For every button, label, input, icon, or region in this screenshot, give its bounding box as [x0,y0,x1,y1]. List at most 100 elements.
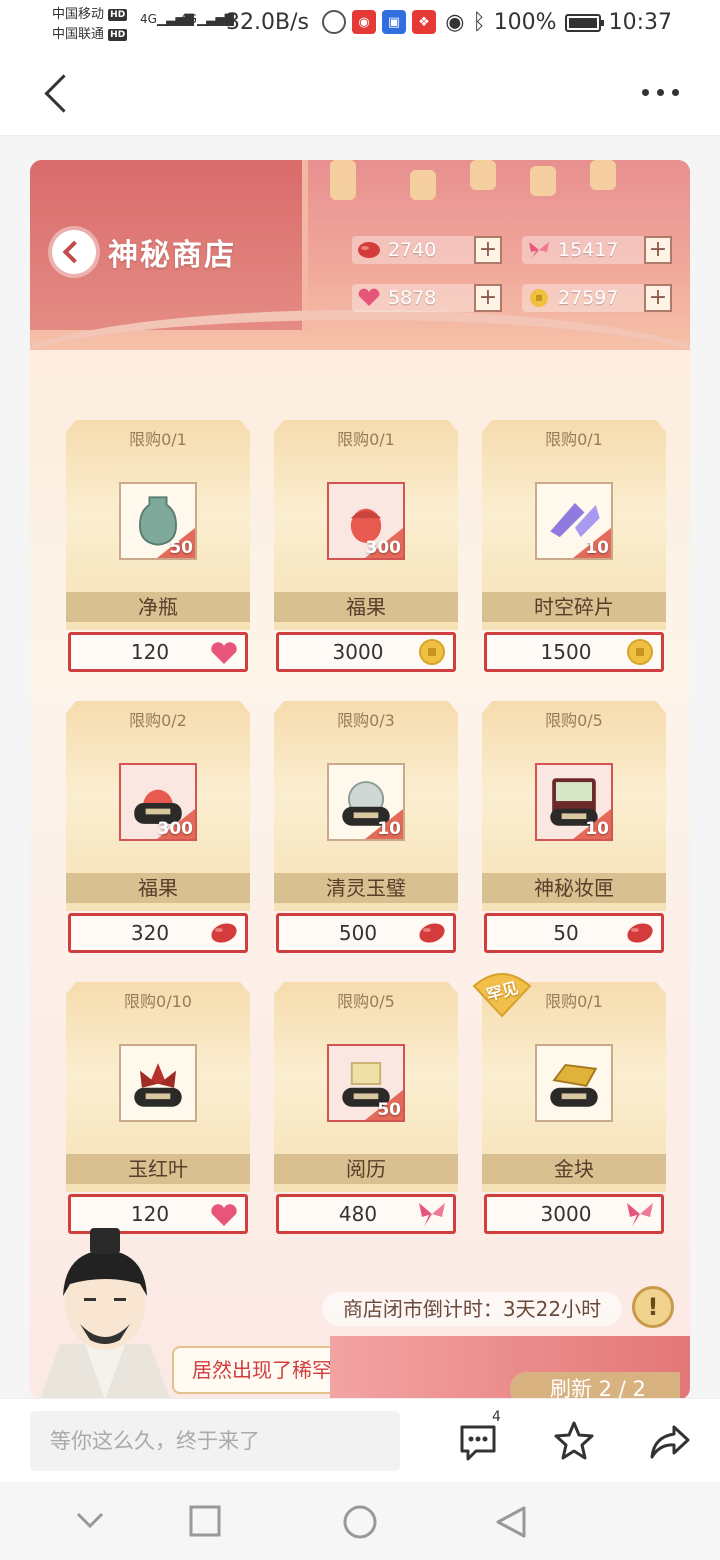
shop-item-card[interactable]: 限购0/1 300 福果 3000 [274,420,458,676]
butterfly-icon [529,242,549,258]
dot [641,88,649,96]
buy-price-button[interactable]: 3000 [276,632,456,672]
buy-price-button[interactable]: 1500 [484,632,664,672]
comment-icon[interactable] [456,1419,500,1463]
eye-icon: ◉ [445,10,465,35]
chevron-down-icon[interactable] [74,1508,106,1532]
currency-red-bean: 2740 + [352,236,502,264]
currency-coin: 27597 + [522,284,672,312]
buy-price-button[interactable]: 480 [276,1194,456,1234]
back-button[interactable] [40,70,80,114]
currency-butterfly: 15417 + [522,236,672,264]
home-circle-icon[interactable] [342,1504,378,1540]
carrier-2: 中国联通 [52,27,105,42]
shop-title-group[interactable]: 神秘商店 [52,230,236,274]
item-price: 500 [338,921,378,945]
currency-value: 27597 [558,287,619,309]
app-notification-icon [322,10,346,34]
heart-icon [211,1204,237,1226]
item-name: 金块 [482,1154,666,1184]
hd-badge: HD [108,8,128,21]
currency-value: 5878 [388,287,437,309]
hd-badge: HD [108,28,128,41]
share-icon[interactable] [648,1419,692,1463]
purchase-limit: 限购0/1 [129,430,187,449]
item-name: 神秘妆匣 [482,873,666,903]
item-name: 阅历 [274,1154,458,1184]
shop-item-card[interactable]: 限购0/10 玉红叶 120 [66,982,250,1238]
back-triangle-icon[interactable] [494,1504,528,1540]
refresh-button[interactable]: 刷新 2 / 2 [510,1372,680,1400]
coin-icon [627,639,653,665]
npc-character-avatar [40,1228,170,1400]
buy-price-button[interactable]: 50 [484,913,664,953]
item-price: 480 [338,1202,378,1226]
battery-level: 100% [493,10,557,35]
item-name: 玉红叶 [66,1154,250,1184]
item-price: 120 [130,640,170,664]
network-type: 4G [180,12,197,26]
buy-price-button[interactable]: 3000 [484,1194,664,1234]
item-icon-frame: 300 [119,763,197,841]
item-quantity: 300 [157,819,194,839]
item-quantity: 50 [377,1100,401,1120]
add-currency-button[interactable]: + [474,284,502,312]
recent-apps-square-icon[interactable] [188,1504,222,1538]
shop-item-card[interactable]: 罕见 限购0/1 金块 3000 [472,973,666,1238]
shop-item-card[interactable]: 限购0/1 10 时空碎片 1500 [482,420,666,676]
red-bean-icon [419,923,445,943]
item-price: 120 [130,1202,170,1226]
dot [656,88,664,96]
more-options-button[interactable] [638,80,682,104]
item-quantity: 10 [377,819,401,839]
lantern-decoration [590,160,616,190]
game-shop-screenshot: 神秘商店 2740 + 15417 + 5878 + 27597 + 限购0/1… [30,160,690,1400]
clock: 10:37 [608,10,672,35]
currency-heart: 5878 + [352,284,502,312]
lantern-decoration [470,160,496,190]
comment-input[interactable] [30,1411,400,1471]
currency-value: 2740 [388,239,437,261]
item-illustration-icon [550,1063,598,1107]
add-currency-button[interactable]: + [644,284,672,312]
item-quantity: 300 [365,538,402,558]
shop-item-card[interactable]: 限购0/5 10 神秘妆匣 50 [482,701,666,957]
item-quantity: 50 [169,538,193,558]
bluetooth-icon: ᛒ [472,10,486,35]
item-price: 50 [553,921,579,945]
purchase-limit: 限购0/1 [337,430,395,449]
add-currency-button[interactable]: + [644,236,672,264]
lantern-decoration [530,166,556,196]
shop-header: 神秘商店 2740 + 15417 + 5878 + 27597 + [30,160,690,350]
item-price: 320 [130,921,170,945]
info-alert-button[interactable]: ! [632,1286,674,1328]
red-bean-icon [627,923,653,943]
item-icon-frame: 10 [327,763,405,841]
item-quantity: 10 [585,819,609,839]
netease-music-icon: ◉ [352,10,376,34]
network-speed: 32.0B/s [226,10,309,35]
shop-back-flower-icon[interactable] [52,230,96,274]
system-status: ◉ ᛒ 100% 10:37 [445,10,672,35]
red-bean-icon [211,923,237,943]
buy-price-button[interactable]: 320 [68,913,248,953]
shop-item-card[interactable]: 限购0/1 50 净瓶 120 [66,420,250,676]
item-name: 净瓶 [66,592,250,622]
item-name: 福果 [274,592,458,622]
purchase-limit: 限购0/10 [124,992,192,1011]
star-favorite-icon[interactable] [552,1419,596,1463]
app-nav-bar [0,50,720,136]
buy-price-button[interactable]: 500 [276,913,456,953]
purchase-limit: 限购0/3 [337,711,395,730]
shop-item-card[interactable]: 限购0/2 300 福果 320 [66,701,250,957]
item-price: 1500 [540,640,592,664]
butterfly-icon [419,1203,445,1227]
shop-item-card[interactable]: 限购0/5 50 阅历 480 [274,982,458,1238]
butterfly-icon [627,1203,653,1227]
item-icon-frame: 300 [327,482,405,560]
shop-item-card[interactable]: 限购0/3 10 清灵玉璧 500 [274,701,458,957]
add-currency-button[interactable]: + [474,236,502,264]
shop-title: 神秘商店 [108,238,236,273]
app-notification-icon: ▣ [382,10,406,34]
buy-price-button[interactable]: 120 [68,632,248,672]
